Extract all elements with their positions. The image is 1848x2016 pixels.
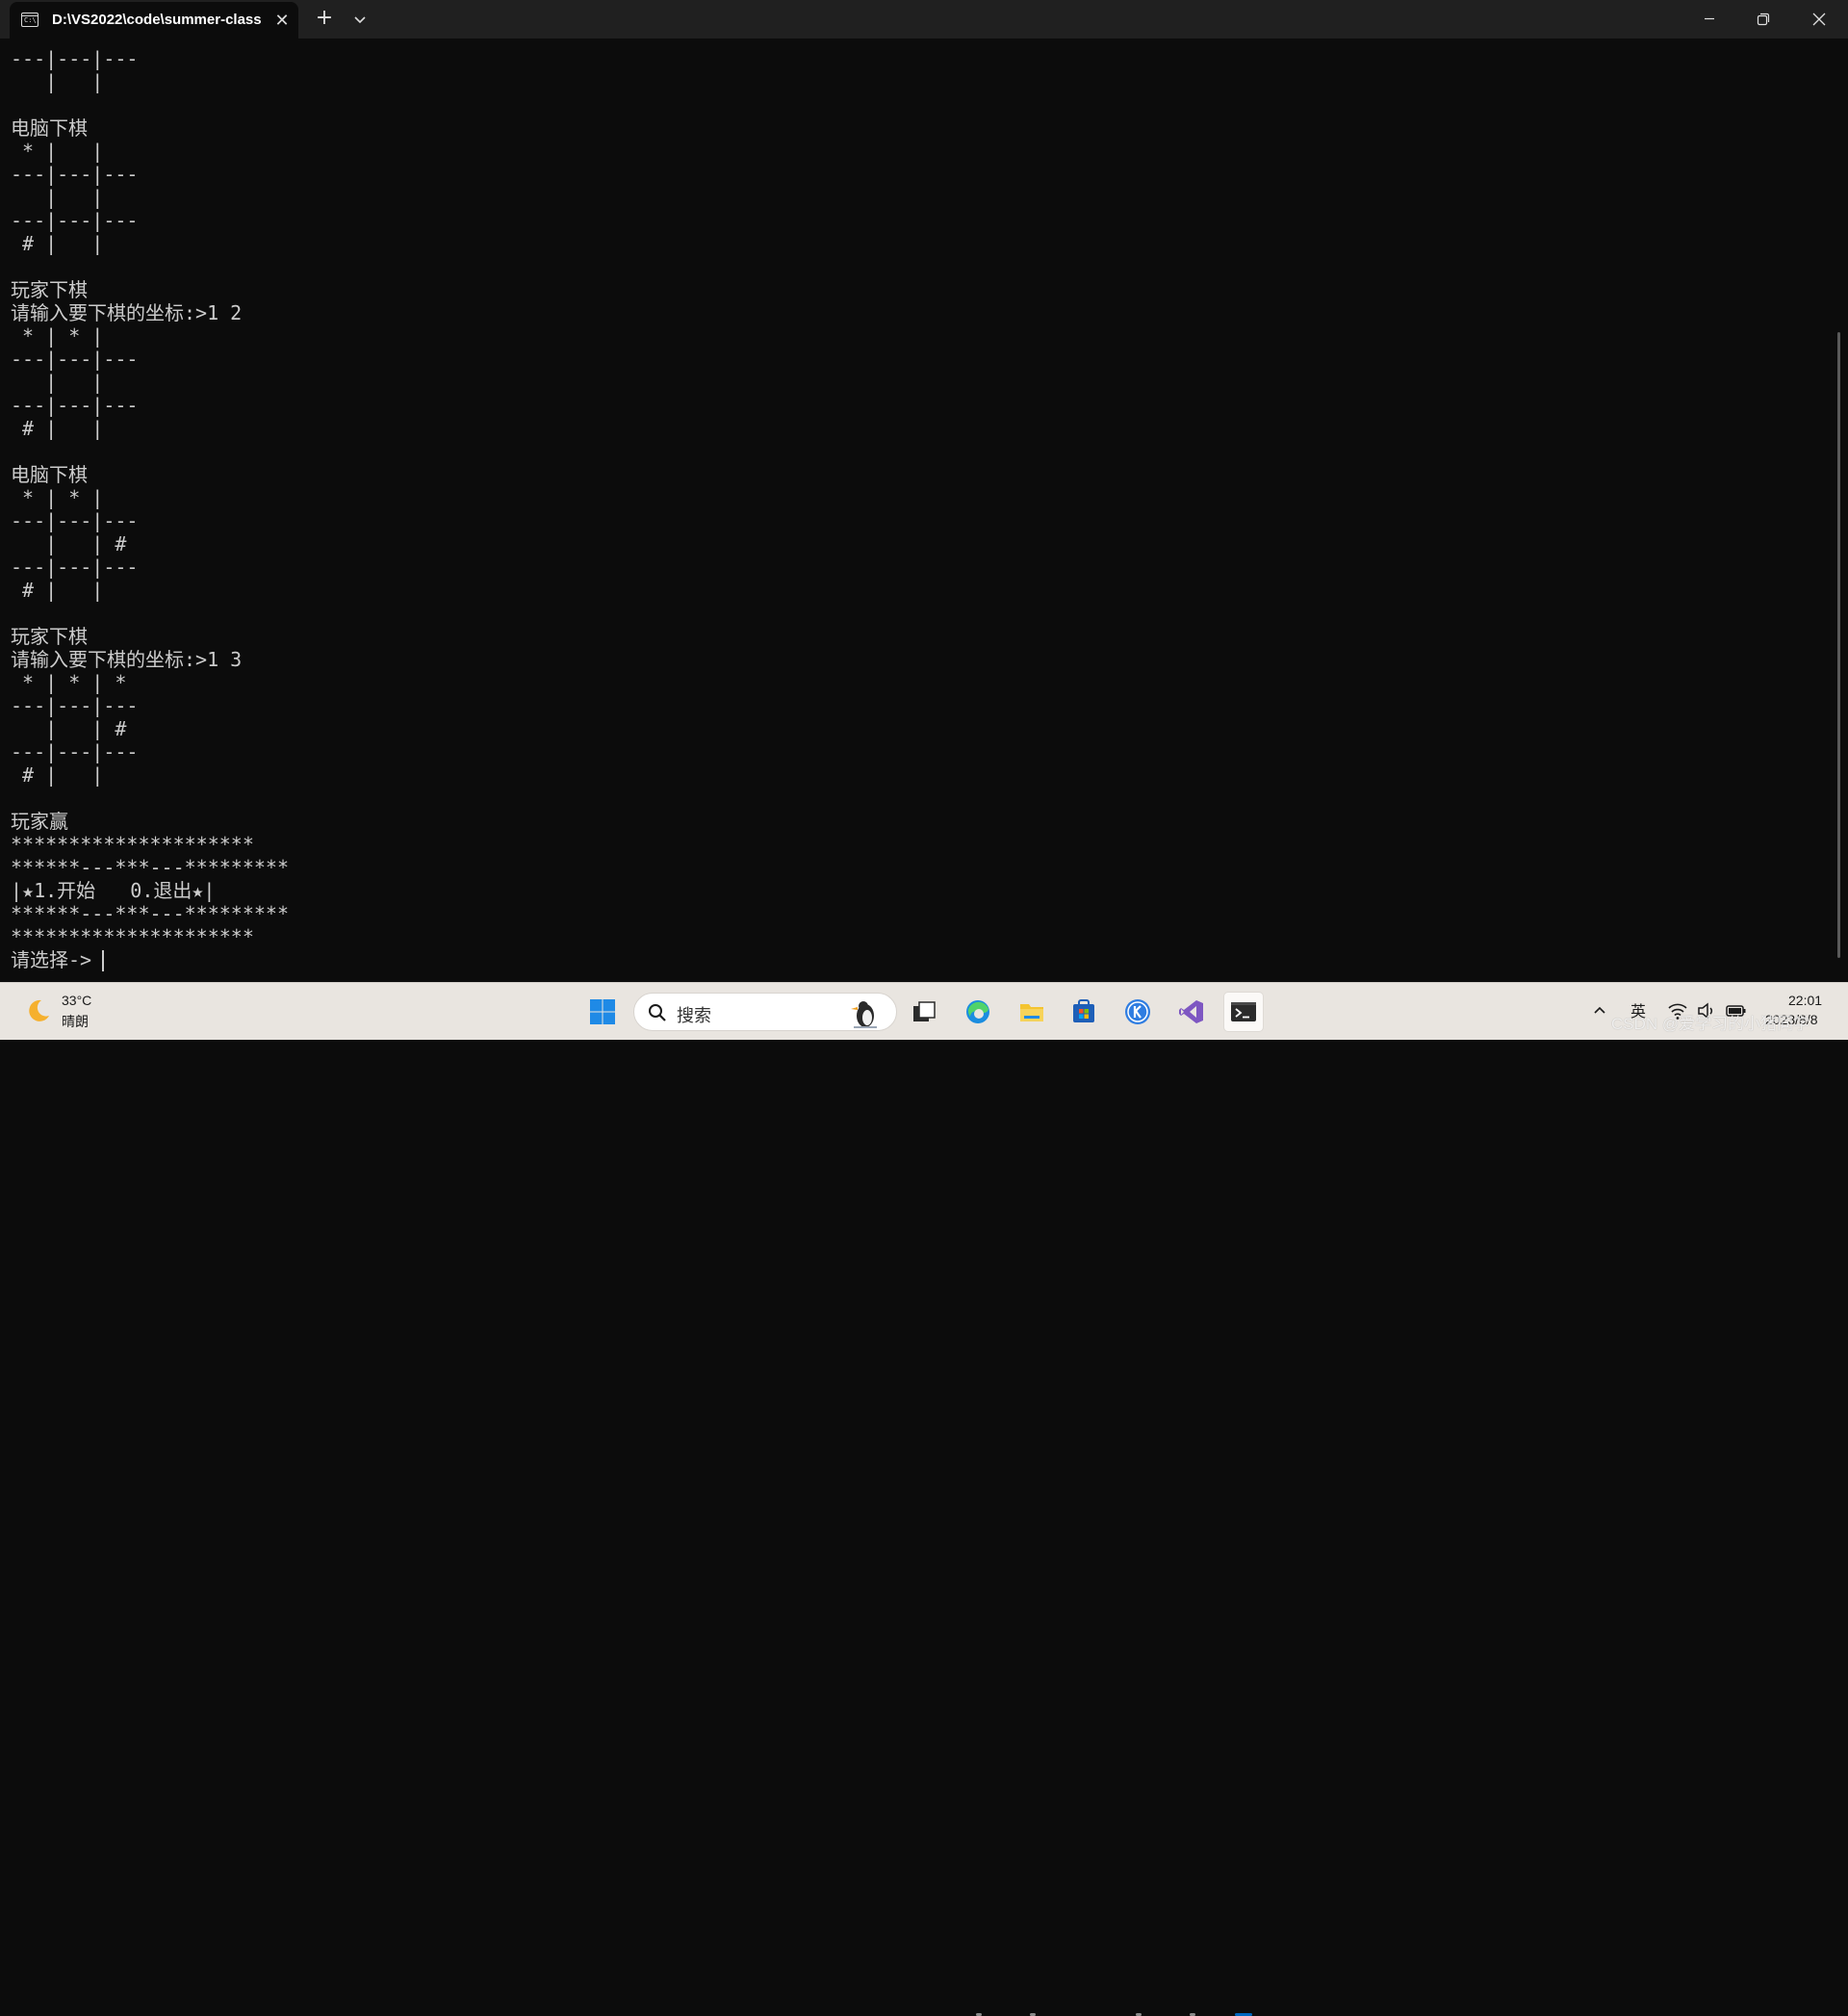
- console-line: | |: [11, 186, 104, 209]
- console-scrollbar[interactable]: [1837, 332, 1840, 958]
- console-line: ---|---|---: [11, 509, 139, 532]
- console-lines: ---|---|--- | | 电脑下棋 * | | ---|---|--- |…: [11, 47, 289, 971]
- folder-icon: [1020, 1004, 1043, 1021]
- visual-studio-icon: [1179, 1000, 1203, 1023]
- tab-dropdown-button[interactable]: [346, 8, 373, 31]
- terminal-tab-icon-text: C:\: [24, 16, 37, 24]
- minimize-icon: [1705, 17, 1714, 20]
- taskbar: 33°C 晴朗 搜索 英 22:01 2023/8/8 CSDN @爱学习的小猪…: [0, 982, 1848, 2016]
- console-line: * | |: [11, 140, 104, 163]
- close-tab-button[interactable]: ✕: [271, 11, 293, 32]
- console-line: *********************: [11, 833, 254, 856]
- console-line: |★1.开始 0.退出★|: [11, 879, 216, 902]
- store-button[interactable]: [1065, 993, 1103, 1031]
- restore-icon: [1757, 13, 1770, 26]
- console-line: ---|---|---: [11, 209, 139, 232]
- console-line: * | * |: [11, 324, 104, 348]
- task-view-button[interactable]: [905, 993, 943, 1031]
- tab-title: D:\VS2022\code\summer-class: [52, 12, 262, 28]
- file-explorer-button[interactable]: [1013, 993, 1051, 1031]
- taskbar-search[interactable]: 搜索: [633, 993, 897, 1031]
- minimize-button[interactable]: [1682, 0, 1736, 39]
- console-line: | | #: [11, 717, 127, 740]
- console-line: * | * | *: [11, 671, 127, 694]
- console-line: ---|---|---: [11, 694, 139, 717]
- text-cursor: [102, 950, 104, 971]
- console-line: # | |: [11, 232, 104, 255]
- console-line: ---|---|---: [11, 348, 139, 371]
- console-line: # | |: [11, 579, 104, 602]
- console-line: 请输入要下棋的坐标:>1 3: [11, 648, 243, 671]
- close-window-button[interactable]: [1792, 0, 1846, 39]
- store-icon: [1073, 999, 1094, 1022]
- new-tab-button[interactable]: +: [310, 8, 339, 31]
- moon-icon: [29, 999, 49, 1021]
- console-prompt-line: 请选择->: [11, 948, 92, 971]
- terminal-button[interactable]: [1224, 993, 1263, 1031]
- console-line: ---|---|---: [11, 394, 139, 417]
- search-icon: [649, 1004, 666, 1021]
- console-line: *********************: [11, 925, 254, 948]
- console-line: ---|---|---: [11, 740, 139, 763]
- console-line: ---|---|---: [11, 556, 139, 579]
- console-line: 电脑下棋: [11, 116, 88, 140]
- terminal-tab-icon: C:\: [21, 13, 38, 27]
- start-button[interactable]: [583, 993, 622, 1031]
- console-line: ******---***---*********: [11, 902, 289, 925]
- csdn-watermark: CSDN @爱学习的小猪同学: [1611, 1015, 1810, 1033]
- console-line: 请输入要下棋的坐标:>1 2: [11, 301, 243, 324]
- k-app-button[interactable]: [1118, 993, 1157, 1031]
- terminal-tab[interactable]: C:\ D:\VS2022\code\summer-class ✕: [10, 2, 298, 39]
- console-line: # | |: [11, 763, 104, 787]
- edge-icon: [966, 1000, 989, 1023]
- console-line: 玩家下棋: [11, 278, 88, 301]
- console-line: ---|---|---: [11, 47, 139, 70]
- clock-time[interactable]: 22:01: [1788, 993, 1822, 1008]
- console-line: 玩家赢: [11, 810, 68, 833]
- console-output[interactable]: ---|---|--- | | 电脑下棋 * | | ---|---|--- |…: [0, 39, 1833, 982]
- k-app-icon: [1125, 999, 1150, 1024]
- console-line: * | * |: [11, 486, 104, 509]
- console-line: ******---***---*********: [11, 856, 289, 879]
- console-line: 电脑下棋: [11, 463, 88, 486]
- chevron-up-icon[interactable]: [1592, 1002, 1607, 1018]
- restore-button[interactable]: [1736, 0, 1790, 39]
- console-line: | |: [11, 371, 104, 394]
- weather-condition: 晴朗: [62, 1014, 89, 1029]
- weather-temperature: 33°C: [62, 993, 92, 1008]
- console-line: | | #: [11, 532, 127, 556]
- penguin-highlight-icon: [851, 1001, 877, 1028]
- edge-button[interactable]: [959, 993, 997, 1031]
- title-bar: C:\ D:\VS2022\code\summer-class ✕ +: [0, 0, 1848, 39]
- windows-logo-icon: [590, 999, 615, 1024]
- chevron-down-icon: [354, 16, 366, 24]
- visual-studio-button[interactable]: [1172, 993, 1211, 1031]
- task-view-icon: [913, 1001, 936, 1021]
- console-line: ---|---|---: [11, 163, 139, 186]
- console-line: # | |: [11, 417, 104, 440]
- close-icon: [1812, 13, 1826, 26]
- console-line: | |: [11, 70, 104, 93]
- search-placeholder: 搜索: [677, 1006, 711, 1025]
- terminal-icon: [1231, 1002, 1256, 1021]
- console-line: 玩家下棋: [11, 625, 88, 648]
